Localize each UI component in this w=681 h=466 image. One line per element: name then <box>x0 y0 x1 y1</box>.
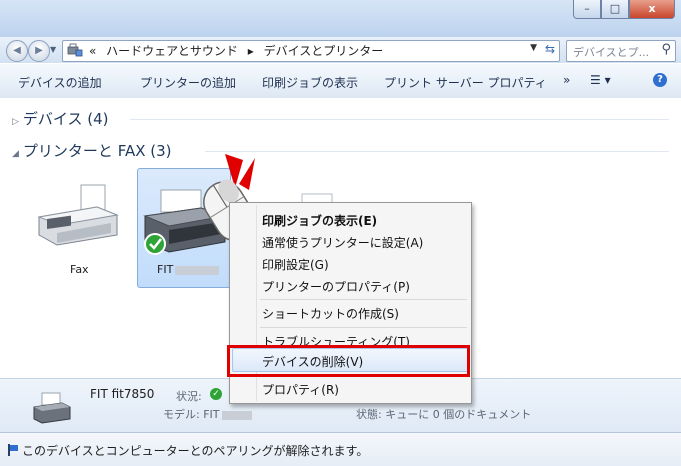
address-bar[interactable]: « ハードウェアとサウンド ▸ デバイスとプリンター ▼ ⇆ <box>62 40 560 62</box>
redacted-text <box>175 265 220 275</box>
close-button[interactable]: x <box>629 0 675 19</box>
group-label: デバイス (4) <box>22 110 109 128</box>
queue-status: 状態: キューに 0 個のドキュメント <box>356 408 532 421</box>
menu-item-printing-preferences[interactable]: 印刷設定(G) <box>262 256 329 273</box>
command-bar: デバイスの追加 プリンターの追加 印刷ジョブの表示 プリント サーバー プロパテ… <box>0 63 681 99</box>
add-printer-button[interactable]: プリンターの追加 <box>140 74 236 91</box>
printer-icon <box>33 392 71 424</box>
menu-item-printer-properties[interactable]: プリンターのプロパティ(P) <box>262 278 410 295</box>
model-label: モデル: FIT <box>163 406 252 422</box>
title-bar: – □ x <box>0 0 681 38</box>
device-label: Fax <box>70 263 89 276</box>
collapsed-arrow-icon: ▷ <box>12 117 19 127</box>
status-bar: このデバイスとコンピューターとのペアリングが解除されます。 <box>0 432 681 466</box>
search-icon[interactable]: ⚲ <box>661 42 671 57</box>
print-server-properties-button[interactable]: プリント サーバー プロパティ <box>384 74 547 91</box>
menu-item-set-default-printer[interactable]: 通常使うプリンターに設定(A) <box>262 234 423 251</box>
group-header-printers-and-fax[interactable]: ◢ プリンターと FAX (3) <box>12 140 172 161</box>
breadcrumb: « ハードウェアとサウンド ▸ デバイスとプリンター <box>89 42 389 60</box>
device-label: FIT <box>157 263 220 276</box>
fax-printer-icon <box>37 184 119 246</box>
more-commands-button[interactable]: » <box>563 73 570 87</box>
minimize-button[interactable]: – <box>573 0 601 19</box>
maximize-button[interactable]: □ <box>601 0 629 19</box>
history-dropdown-icon[interactable]: ▼ <box>50 45 56 54</box>
expanded-arrow-icon: ◢ <box>12 149 19 159</box>
back-button[interactable]: ◀ <box>6 40 28 62</box>
breadcrumb-devices-and-printers[interactable]: デバイスとプリンター <box>264 44 384 58</box>
group-label: プリンターと FAX (3) <box>22 142 172 160</box>
search-placeholder: デバイスとプ... <box>573 46 650 59</box>
device-name: FIT fit7850 <box>90 387 155 401</box>
help-icon[interactable]: ? <box>653 73 667 87</box>
navigation-bar: ◀ ▶ ▼ « ハードウェアとサウンド ▸ デバイスとプリンター ▼ ⇆ デバイ… <box>0 37 681 63</box>
group-divider <box>130 119 669 120</box>
info-flag-icon <box>8 444 18 456</box>
device-fax[interactable]: Fax <box>28 183 128 283</box>
check-icon: ✓ <box>210 388 222 400</box>
address-dropdown-icon[interactable]: ▼ <box>530 43 537 53</box>
group-header-devices[interactable]: ▷ デバイス (4) <box>12 108 109 129</box>
search-box[interactable]: デバイスとプ... ⚲ <box>566 40 676 62</box>
breadcrumb-hardware-and-sound[interactable]: ハードウェアとサウンド <box>106 44 238 58</box>
menu-item-create-shortcut[interactable]: ショートカットの作成(S) <box>262 305 399 322</box>
menu-item-properties[interactable]: プロパティ(R) <box>262 381 339 398</box>
menu-separator <box>260 327 467 328</box>
see-print-jobs-button[interactable]: 印刷ジョブの表示 <box>262 74 358 91</box>
status-label: 状況: <box>176 390 202 403</box>
highlight-box <box>227 345 470 377</box>
group-divider <box>205 151 669 152</box>
menu-item-see-print-jobs[interactable]: 印刷ジョブの表示(E) <box>262 212 377 229</box>
change-view-icon[interactable]: ☰ ▾ <box>590 73 611 87</box>
refresh-icon[interactable]: ⇆ <box>545 42 555 56</box>
forward-button[interactable]: ▶ <box>28 40 50 62</box>
devices-and-printers-icon <box>67 43 83 57</box>
breadcrumb-overflow[interactable]: « <box>89 44 96 58</box>
add-device-button[interactable]: デバイスの追加 <box>18 74 102 91</box>
breadcrumb-separator-icon[interactable]: ▸ <box>248 44 254 58</box>
status-text: このデバイスとコンピューターとのペアリングが解除されます。 <box>22 444 369 458</box>
redacted-text <box>221 410 252 420</box>
window-controls: – □ x <box>573 0 675 19</box>
menu-separator <box>260 299 467 300</box>
